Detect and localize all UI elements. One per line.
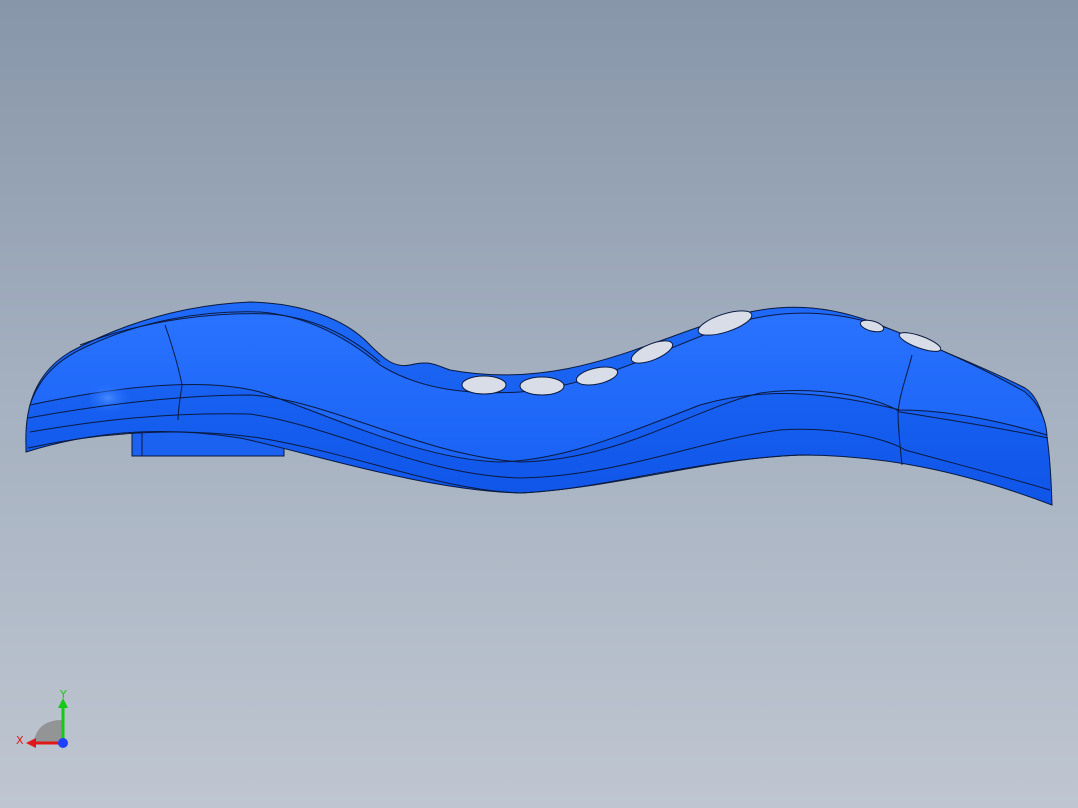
- 3d-model[interactable]: [0, 0, 1078, 808]
- z-axis-dot: [58, 738, 68, 748]
- triad-plane: [34, 720, 62, 742]
- graphics-viewport[interactable]: Y X: [0, 0, 1078, 808]
- x-axis-arrow-icon: [26, 738, 36, 748]
- y-axis-label: Y: [59, 688, 67, 701]
- x-axis-label: X: [16, 734, 24, 747]
- axis-triad: Y X: [16, 688, 68, 748]
